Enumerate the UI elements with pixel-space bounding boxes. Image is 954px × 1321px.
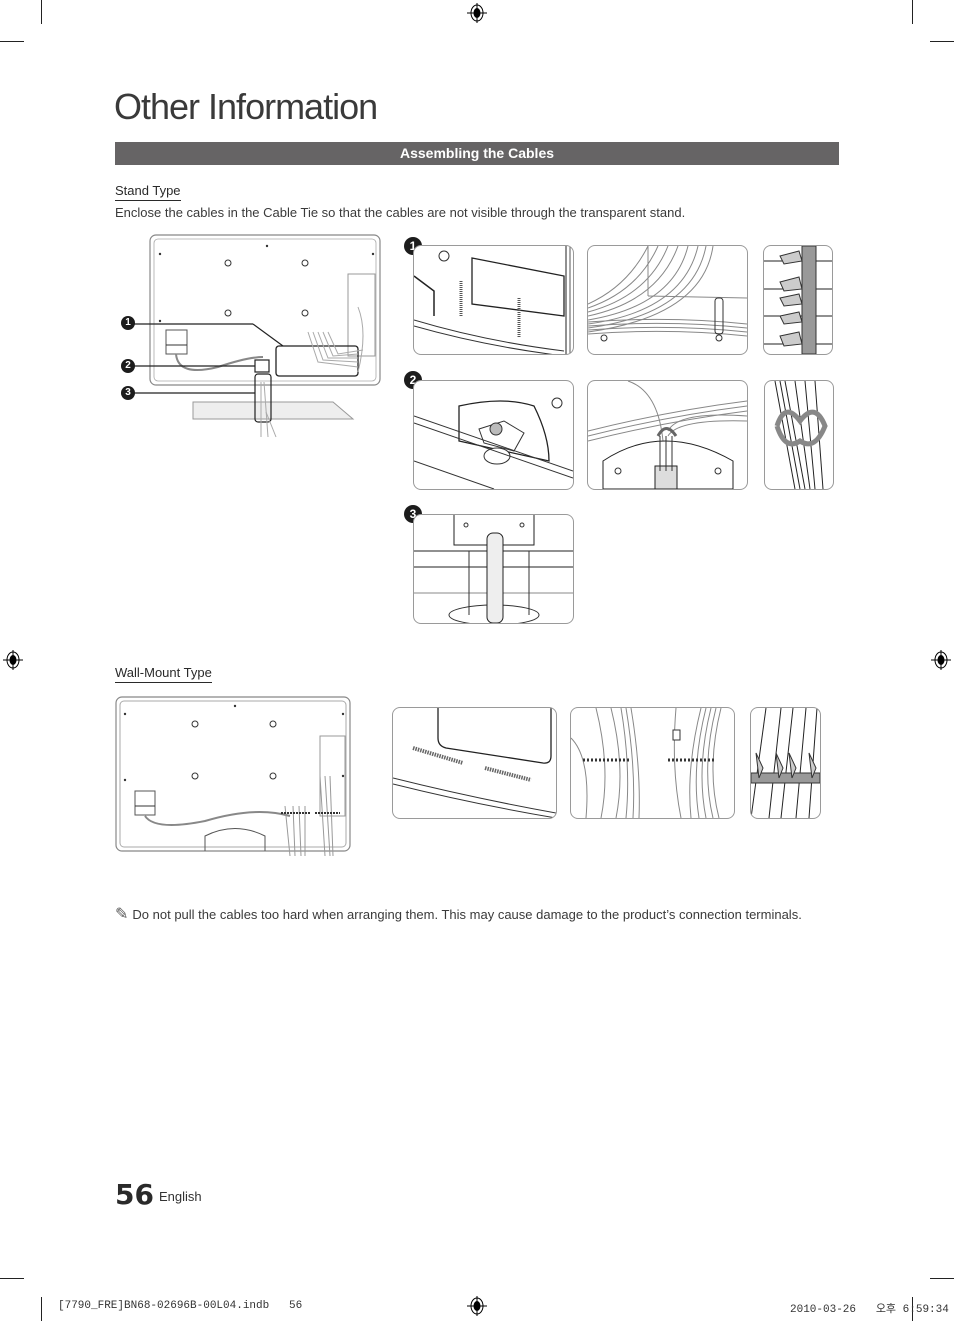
registration-mark-icon <box>931 650 951 670</box>
crop-mark <box>930 1278 954 1279</box>
registration-mark-icon <box>3 650 23 670</box>
step-1-detail-a <box>413 245 574 355</box>
page-number: 56 <box>115 1178 154 1211</box>
crop-mark <box>0 41 24 42</box>
crop-mark <box>930 41 954 42</box>
crop-mark <box>41 1297 42 1321</box>
crop-mark <box>0 1278 24 1279</box>
stand-type-heading: Stand Type <box>115 183 181 201</box>
wall-detail-a <box>392 707 557 819</box>
step-2-zoom-tie <box>764 380 834 490</box>
wall-detail-b <box>570 707 735 819</box>
callout-2: 2 <box>121 359 135 373</box>
tv-back-wallmount-illustration <box>115 696 352 859</box>
wall-zoom-clips <box>750 707 821 819</box>
section-bar: Assembling the Cables <box>115 142 839 165</box>
wall-mount-heading: Wall-Mount Type <box>115 665 212 683</box>
pencil-note-icon: ✎ <box>115 906 129 923</box>
callout-1: 1 <box>121 316 135 330</box>
registration-mark-icon <box>467 1296 487 1316</box>
print-slug-file: [7790_FRE]BN68-02696B-00L04.indb 56 <box>58 1300 303 1312</box>
step-1-detail-b <box>587 245 748 355</box>
step-3-detail <box>413 514 574 624</box>
caution-note: ✎ Do not pull the cables too hard when a… <box>115 904 802 924</box>
registration-mark-icon <box>467 3 487 23</box>
stand-type-description: Enclose the cables in the Cable Tie so t… <box>115 205 686 220</box>
print-slug-timestamp: 2010-03-26 오후 6:59:34 <box>790 1304 949 1316</box>
note-text: Do not pull the cables too hard when arr… <box>132 906 802 922</box>
step-2-detail-a <box>413 380 574 490</box>
crop-mark <box>912 0 913 24</box>
callout-3: 3 <box>121 386 135 400</box>
step-1-zoom-clips <box>763 245 833 355</box>
tv-back-stand-illustration: 1 2 3 <box>118 232 383 442</box>
step-2-detail-b <box>587 380 748 490</box>
crop-mark <box>41 0 42 24</box>
page-language: English <box>159 1189 202 1204</box>
section-title: Other Information <box>114 86 378 127</box>
